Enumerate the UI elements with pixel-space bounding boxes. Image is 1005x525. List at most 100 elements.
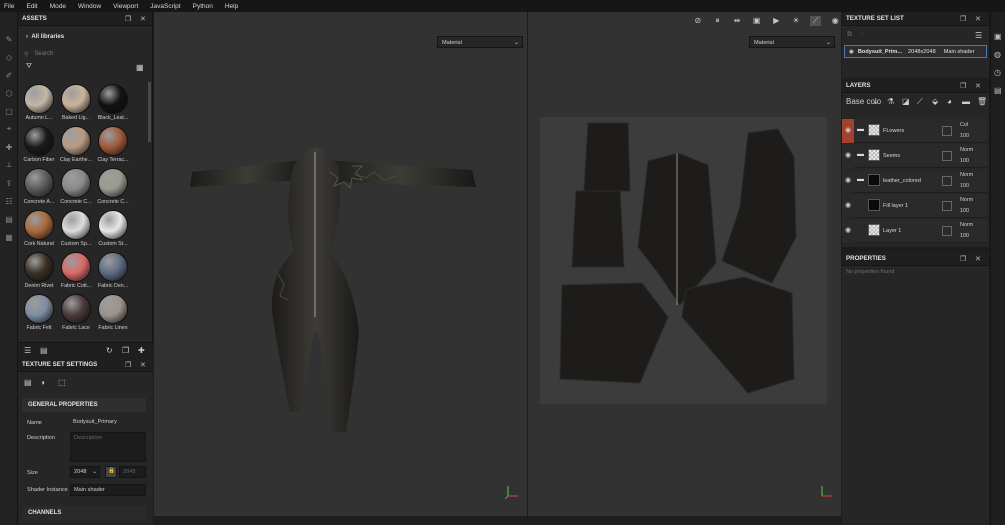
material-swatch[interactable]: Custom St... xyxy=(95,210,131,250)
split-view-icon[interactable]: ⇹ xyxy=(731,16,743,25)
layer-row[interactable]: ◉ Layer 1 Norm 100 xyxy=(842,219,987,243)
search-bar[interactable]: ⚲ Search xyxy=(24,49,149,59)
refresh-icon[interactable]: ↻ xyxy=(106,346,113,355)
material-swatch[interactable]: Denim Rivet xyxy=(21,252,57,292)
duplicate-icon[interactable]: ⧉ xyxy=(847,31,852,39)
material-swatch[interactable]: Custom Sp... xyxy=(58,210,94,250)
shader-select[interactable]: Main shader xyxy=(70,484,146,496)
undock-icon[interactable]: ❐ xyxy=(960,15,966,23)
opacity-field[interactable]: 100 xyxy=(960,233,969,239)
import-icon[interactable]: ☰ xyxy=(24,346,31,355)
picker-icon[interactable]: ✚ xyxy=(4,142,14,152)
blend-mode-select[interactable]: Col xyxy=(960,122,968,128)
brush-active-icon[interactable]: ⟋ xyxy=(809,15,822,26)
material-swatch[interactable]: Concrete A... xyxy=(21,168,57,208)
material-swatch[interactable]: Fabric Linen xyxy=(95,294,131,334)
menu-javascript[interactable]: JavaScript xyxy=(150,3,180,10)
bake-icon[interactable]: ☷ xyxy=(4,196,14,206)
menu-file[interactable]: File xyxy=(4,3,14,10)
hide-icon[interactable]: ⊘ xyxy=(692,16,704,25)
close-icon[interactable]: ✕ xyxy=(140,361,146,369)
layer-name[interactable]: Seems xyxy=(883,153,900,159)
material-swatch[interactable]: Autumn L... xyxy=(21,84,57,124)
material-swatch[interactable]: Carbon Fiber xyxy=(21,126,57,166)
layer-mask-slot[interactable] xyxy=(942,201,952,211)
name-field[interactable]: Bodysuit_Primary xyxy=(70,417,142,427)
library-selector[interactable]: › All libraries xyxy=(26,34,64,40)
viewport-3d[interactable]: Material ⌄ xyxy=(154,12,527,516)
channels-header[interactable]: CHANNELS xyxy=(22,506,146,520)
layer-row[interactable]: ◉ ▬ Seems Norm 100 xyxy=(842,144,987,168)
layer-row[interactable]: ◉ ▬ FLowers Col 100 xyxy=(842,119,987,143)
eye-icon[interactable]: ◉ xyxy=(845,151,851,159)
eye-icon[interactable]: ◉ xyxy=(845,176,851,184)
layer-mask-slot[interactable] xyxy=(942,176,952,186)
material-swatch[interactable]: Cork Natural xyxy=(21,210,57,250)
viewport-2d-mode-select[interactable]: Material ⌄ xyxy=(749,36,835,48)
folder-icon[interactable]: ▬ xyxy=(857,151,864,158)
folder-icon[interactable]: ▬ xyxy=(857,176,864,183)
add-icon[interactable]: ✚ xyxy=(138,346,145,355)
size-select[interactable]: 2048 ⌄ xyxy=(70,466,100,478)
material-swatch[interactable]: Fabric Cott... xyxy=(58,252,94,292)
pause-icon[interactable]: ⏸ xyxy=(712,16,724,26)
search-input[interactable]: Search xyxy=(34,51,53,57)
opacity-field[interactable]: 100 xyxy=(960,208,969,214)
delete-icon[interactable]: 🗑 xyxy=(977,97,987,106)
texture-set-icon[interactable]: ▣ xyxy=(994,32,1002,41)
blend-mode-select[interactable]: Norm xyxy=(960,222,973,228)
light-icon[interactable]: ☀ xyxy=(790,16,802,25)
eraser-icon[interactable]: ◇ xyxy=(4,52,14,62)
general-properties-header[interactable]: GENERAL PROPERTIES xyxy=(22,398,146,412)
material-swatch[interactable]: Concrete C... xyxy=(58,168,94,208)
layer-row[interactable]: ◉ Fill layer 1 Norm 100 xyxy=(842,194,987,218)
display-settings-icon[interactable]: ▤ xyxy=(4,214,14,224)
layer-name[interactable]: leather_colored xyxy=(883,178,921,184)
mask-icon[interactable]: ◪ xyxy=(902,97,910,106)
smudge-icon[interactable]: ▢ xyxy=(4,106,14,116)
material-swatch[interactable]: Baked Lig... xyxy=(58,84,94,124)
material-swatch[interactable]: Concrete C... xyxy=(95,168,131,208)
material-swatch[interactable]: Fabric Felt xyxy=(21,294,57,334)
assets-scrollbar[interactable] xyxy=(148,82,151,142)
history-icon[interactable]: ◷ xyxy=(994,68,1001,77)
opacity-field[interactable]: 100 xyxy=(960,133,969,139)
camera-icon[interactable]: ▶ xyxy=(771,16,783,25)
effects-icon[interactable]: ⚗ xyxy=(887,97,894,106)
shelf-icon[interactable]: ▦ xyxy=(4,232,14,242)
paint-layer-icon[interactable]: ⟋ xyxy=(917,97,923,107)
grid-view-icon[interactable]: ▦ xyxy=(136,63,144,72)
undock-icon[interactable]: ❐ xyxy=(960,255,966,263)
description-field[interactable]: Description xyxy=(70,432,146,462)
folder-icon[interactable]: ▬ xyxy=(962,97,970,106)
menu-python[interactable]: Python xyxy=(193,3,213,10)
texture-set-item[interactable]: ◉ Bodysuit_Prim... 2048x2048 Main shader xyxy=(844,45,987,58)
cube-icon[interactable]: ▣ xyxy=(751,16,763,25)
projection-icon[interactable]: ✐ xyxy=(4,70,14,80)
close-icon[interactable]: ✕ xyxy=(975,82,981,90)
eye-icon[interactable]: ◉ xyxy=(845,226,851,234)
opacity-field[interactable]: 100 xyxy=(960,183,969,189)
menu-edit[interactable]: Edit xyxy=(26,3,37,10)
undock-icon[interactable]: ❐ xyxy=(125,15,131,23)
folder-icon[interactable]: ▬ xyxy=(857,126,864,133)
settings-tab-icon[interactable]: ▤ xyxy=(24,378,32,387)
material-swatch[interactable]: Clay Earthe... xyxy=(58,126,94,166)
eye-icon[interactable]: ◉ xyxy=(849,49,854,55)
opacity-field[interactable]: 100 xyxy=(960,158,969,164)
close-icon[interactable]: ✕ xyxy=(975,255,981,263)
paint-brush-icon[interactable]: ✎ xyxy=(4,34,14,44)
smart-material-icon[interactable]: ◕ xyxy=(947,97,952,106)
new-window-icon[interactable]: ❐ xyxy=(122,346,129,355)
blend-mode-select[interactable]: Norm xyxy=(960,147,973,153)
log-icon[interactable]: ▤ xyxy=(994,86,1002,95)
blend-mode-select[interactable]: Norm xyxy=(960,172,973,178)
transform-icon[interactable]: ⟂ xyxy=(4,160,14,170)
channel-select[interactable]: Base colo ⌄ xyxy=(844,96,882,108)
layer-mask-slot[interactable] xyxy=(942,226,952,236)
blend-mode-select[interactable]: Norm xyxy=(960,197,973,203)
display-icon[interactable]: ◍ xyxy=(994,50,1001,59)
lock-icon[interactable]: 🔒 xyxy=(105,466,117,478)
layer-name[interactable]: FLowers xyxy=(883,128,904,134)
visibility-icon[interactable]: ◌ xyxy=(860,31,864,38)
